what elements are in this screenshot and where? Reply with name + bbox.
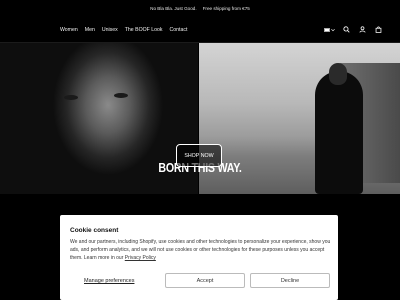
nav-item-unisex[interactable]: Unisex bbox=[102, 27, 118, 33]
search-icon bbox=[343, 26, 350, 33]
cookie-consent-dialog: Cookie consent We and our partners, incl… bbox=[60, 215, 338, 300]
announcement-bar: No Bla Bla. Just Good. Free shipping fro… bbox=[0, 0, 400, 17]
person-silhouette bbox=[315, 71, 363, 194]
privacy-policy-link[interactable]: Privacy Policy bbox=[125, 255, 156, 261]
announcement-message: Free shipping from €75 bbox=[202, 6, 250, 11]
announcement-message: No Bla Bla. Just Good. bbox=[150, 6, 197, 11]
eye-shade bbox=[64, 95, 78, 100]
manage-preferences-link[interactable]: Manage preferences bbox=[84, 278, 134, 284]
decline-button[interactable]: Decline bbox=[250, 273, 330, 288]
site-header: Women Men Unisex The BOOF Look Contact bbox=[0, 17, 400, 43]
cookie-consent-text: We and our partners, including Shopify, … bbox=[70, 238, 332, 262]
flag-icon bbox=[323, 27, 330, 32]
person-head bbox=[329, 63, 347, 85]
nav-item-the-boof-look[interactable]: The BOOF Look bbox=[125, 27, 163, 33]
account-icon bbox=[359, 26, 366, 33]
nav-item-women[interactable]: Women bbox=[60, 27, 78, 33]
chevron-down-icon bbox=[330, 28, 335, 31]
cookie-consent-actions: Manage preferences Accept Decline bbox=[70, 273, 332, 291]
nav-item-contact[interactable]: Contact bbox=[170, 27, 188, 33]
cookie-consent-body: We and our partners, including Shopify, … bbox=[70, 239, 331, 261]
search-button[interactable] bbox=[342, 25, 351, 34]
cart-icon bbox=[375, 26, 382, 33]
account-button[interactable] bbox=[358, 25, 367, 34]
shop-now-button[interactable]: SHOP NOW bbox=[176, 144, 222, 167]
cart-button[interactable] bbox=[374, 25, 383, 34]
cookie-consent-title: Cookie consent bbox=[70, 227, 119, 234]
nav-item-men[interactable]: Men bbox=[85, 27, 95, 33]
accept-button[interactable]: Accept bbox=[165, 273, 245, 288]
locale-selector[interactable] bbox=[323, 25, 335, 34]
main-nav: Women Men Unisex The BOOF Look Contact bbox=[60, 27, 187, 33]
hero-banner: BORN THIS WAY. bbox=[0, 43, 400, 194]
eye-shade bbox=[114, 93, 128, 98]
header-tools bbox=[323, 25, 383, 34]
